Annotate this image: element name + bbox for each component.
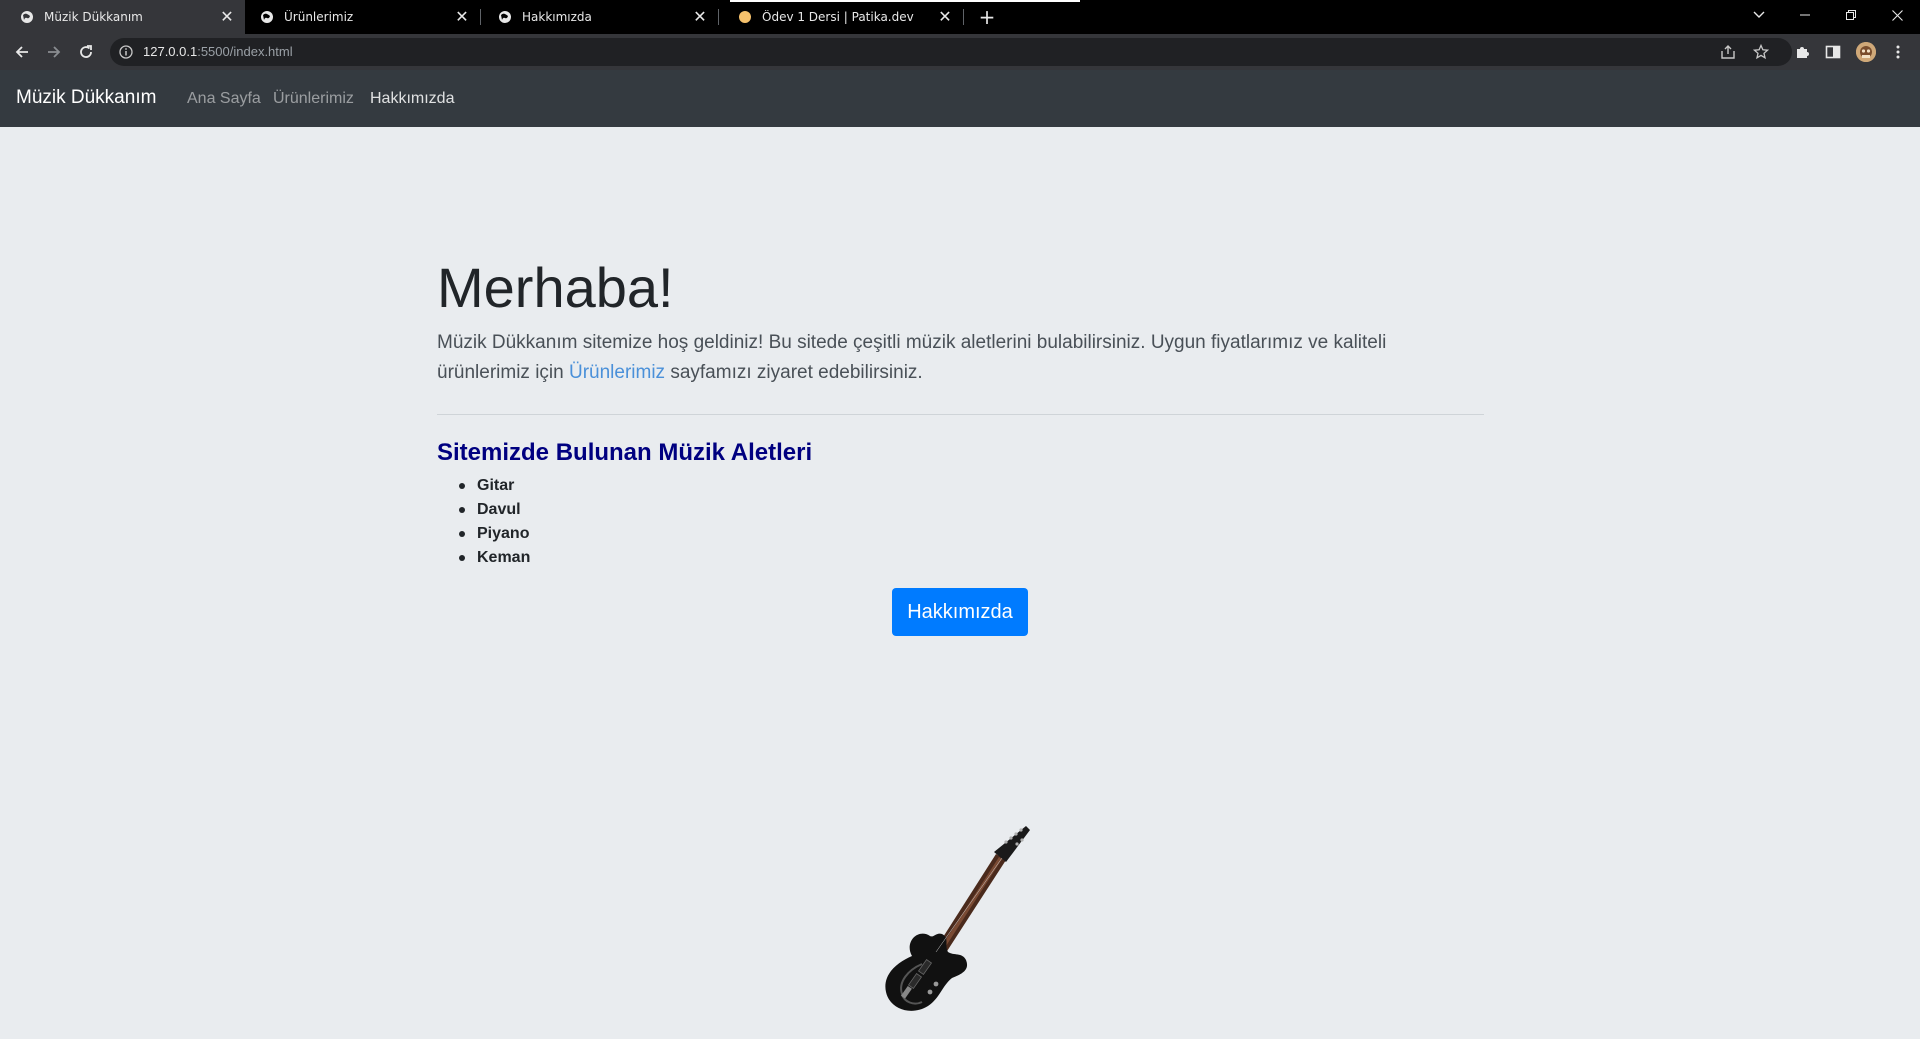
close-icon[interactable]: ✕ — [692, 9, 708, 25]
reload-button[interactable] — [74, 40, 98, 64]
urunlerimiz-link[interactable]: Ürünlerimiz — [569, 362, 665, 383]
new-tab-button[interactable]: + — [975, 5, 999, 29]
globe-icon — [21, 11, 33, 23]
tab-title: Hakkımızda — [522, 10, 592, 24]
chevron-down-icon — [1753, 11, 1765, 18]
share-icon[interactable] — [1720, 44, 1736, 60]
profile-avatar[interactable] — [1856, 42, 1876, 62]
intro-text-end: sayfamızı ziyaret edebilirsiniz. — [665, 362, 923, 383]
divider — [437, 414, 1484, 415]
hakkimizda-button[interactable]: Hakkımızda — [892, 588, 1028, 636]
browser-menu-button[interactable] — [1888, 42, 1908, 62]
tab-title: Müzik Dükkanım — [44, 10, 143, 24]
url-path: :5500/index.html — [197, 44, 293, 59]
avatar-icon — [1856, 42, 1876, 62]
tab-urunlerimiz[interactable]: Ürünlerimiz ✕ — [240, 0, 480, 34]
patika-favicon-icon — [739, 11, 751, 23]
side-panel-button[interactable] — [1823, 42, 1843, 62]
restore-icon — [1846, 10, 1856, 20]
arrow-left-icon — [15, 46, 28, 58]
tab-separator — [963, 9, 964, 25]
site-navbar: Müzik Dükkanım Ana Sayfa Ürünlerimiz Hak… — [0, 70, 1920, 127]
list-item: Gitar — [437, 474, 530, 498]
side-panel-icon — [1825, 45, 1841, 59]
instruments-list: Gitar Davul Piyano Keman — [437, 474, 530, 570]
restore-button[interactable] — [1828, 0, 1874, 30]
browser-tab-strip: Müzik Dükkanım ✕ Ürünlerimiz ✕ Hakkımızd… — [0, 0, 1920, 34]
close-icon[interactable]: ✕ — [454, 9, 470, 25]
tab-title: Ödev 1 Dersi | Patika.dev — [762, 10, 914, 24]
navbar-brand[interactable]: Müzik Dükkanım — [16, 87, 156, 109]
nav-link-hakkimizda[interactable]: Hakkımızda — [370, 90, 454, 108]
jumbotron: Merhaba! Müzik Dükkanım sitemize hoş gel… — [437, 260, 1484, 388]
url-text[interactable]: 127.0.0.1:5500/index.html — [143, 44, 293, 59]
url-host: 127.0.0.1 — [143, 44, 198, 59]
electric-guitar-image — [885, 826, 1030, 1011]
address-toolbar: 127.0.0.1:5500/index.html — [0, 34, 1920, 70]
instruments-heading: Sitemizde Bulunan Müzik Aletleri — [437, 439, 813, 466]
list-item: Piyano — [437, 522, 530, 546]
nav-link-ana-sayfa[interactable]: Ana Sayfa — [187, 90, 261, 108]
tab-search-button[interactable] — [1736, 0, 1782, 30]
back-button[interactable] — [10, 40, 34, 64]
forward-button[interactable] — [42, 40, 66, 64]
more-vertical-icon — [1896, 45, 1900, 59]
extensions-button[interactable] — [1792, 42, 1812, 62]
close-icon — [1891, 9, 1903, 21]
star-icon[interactable] — [1753, 44, 1769, 60]
puzzle-icon — [1797, 47, 1809, 58]
close-icon[interactable]: ✕ — [937, 9, 953, 25]
tab-title: Ürünlerimiz — [284, 10, 354, 24]
info-icon[interactable] — [119, 45, 133, 59]
globe-icon — [499, 11, 511, 23]
list-item: Keman — [437, 546, 530, 570]
tab-hakkimizda[interactable]: Hakkımızda ✕ — [478, 0, 718, 34]
page-title: Merhaba! — [437, 256, 674, 319]
intro-paragraph: Müzik Dükkanım sitemize hoş geldiniz! Bu… — [437, 328, 1484, 388]
minimize-button[interactable] — [1782, 0, 1828, 30]
close-window-button[interactable] — [1874, 0, 1920, 30]
tab-muzik-dukkanim[interactable]: Müzik Dükkanım ✕ — [0, 0, 245, 34]
close-icon[interactable]: ✕ — [219, 9, 235, 25]
address-bar[interactable]: 127.0.0.1:5500/index.html — [110, 38, 1792, 66]
arrow-right-icon — [48, 46, 61, 58]
tab-patika[interactable]: Ödev 1 Dersi | Patika.dev ✕ — [718, 0, 963, 34]
minimize-icon — [1800, 14, 1810, 16]
list-item: Davul — [437, 498, 530, 522]
web-page: Müzik Dükkanım Ana Sayfa Ürünlerimiz Hak… — [0, 70, 1920, 1039]
globe-icon — [261, 11, 273, 23]
nav-link-urunlerimiz[interactable]: Ürünlerimiz — [273, 90, 354, 108]
reload-icon — [80, 45, 92, 58]
